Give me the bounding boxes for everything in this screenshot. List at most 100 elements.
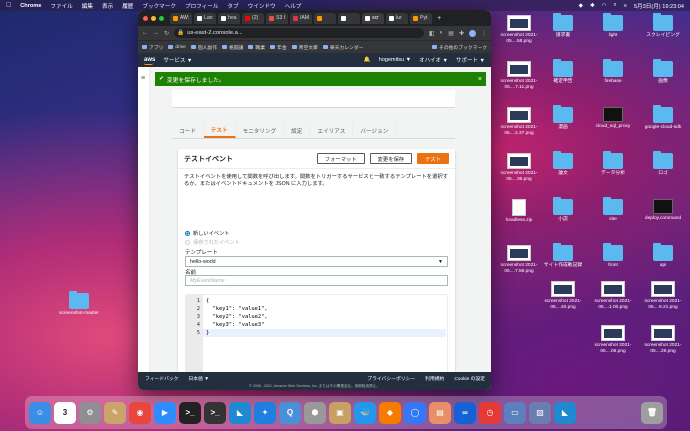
browser-tab[interactable]: lur	[386, 12, 409, 24]
vscode-2-icon[interactable]: ◣	[554, 401, 576, 424]
browser-tab[interactable]	[314, 12, 337, 24]
desktop-folder-screenshot-master[interactable]: screenshot-master	[56, 291, 102, 317]
desktop-icon[interactable]: サイト作成軌記録	[540, 243, 586, 269]
close-window-icon[interactable]	[143, 15, 148, 21]
bookmark-item[interactable]: 職業	[248, 44, 265, 51]
desktop-icon[interactable]: 請求書	[540, 13, 586, 39]
profile-avatar[interactable]	[469, 29, 476, 37]
browser-tab[interactable]: (2)	[242, 12, 265, 24]
browser-tab[interactable]: hea	[218, 12, 241, 24]
dropbox-icon[interactable]: ◆	[579, 3, 583, 9]
desktop-icon[interactable]: screenshot 2021-05....06.png	[590, 325, 636, 355]
privacy-link[interactable]: プライバシーポリシー	[367, 375, 415, 382]
desktop-icon[interactable]: headless.zip	[496, 199, 542, 224]
desktop-icon[interactable]: cloud_sql_proxy	[590, 107, 636, 130]
tab-3[interactable]: 設定	[284, 123, 311, 138]
calendar-icon[interactable]: 3	[54, 401, 76, 424]
bookmark-item[interactable]: その他のブックマーク	[432, 44, 487, 51]
more-menu-icon[interactable]: ⋮	[481, 30, 487, 37]
vscode-icon[interactable]: ◣	[229, 401, 251, 424]
reload-icon[interactable]: ↻	[164, 30, 169, 37]
terms-link[interactable]: 利用規約	[425, 375, 444, 382]
search-icon[interactable]: ⌕	[614, 2, 617, 9]
close-icon[interactable]: ×	[478, 76, 482, 83]
desktop-icon[interactable]: スクレイピング	[640, 13, 686, 39]
bookmark-item[interactable]: 年金	[270, 44, 287, 51]
bookmark-item[interactable]: 格闘議	[222, 44, 243, 51]
desktop-icon[interactable]: 確定申告	[540, 59, 586, 85]
cookie-link[interactable]: Cookie の設定	[454, 375, 485, 382]
menu-item-window[interactable]: ウインドウ	[248, 2, 276, 10]
desktop-icon[interactable]: screenshot 2021-05....58.png	[496, 15, 542, 45]
radio-new-event[interactable]: 新しいイベント	[185, 230, 229, 237]
docker-icon[interactable]: 🐳	[354, 401, 376, 424]
url-input[interactable]: 🔒 us-east-2.console.a...	[174, 28, 424, 38]
menu-app-name[interactable]: Chrome	[20, 3, 41, 9]
support-menu[interactable]: サポート ▼	[456, 56, 485, 64]
desktop-icon[interactable]: screenshot 2021-05....9.21.png	[640, 281, 686, 311]
browser-tab[interactable]: scr	[362, 12, 385, 24]
tab-0[interactable]: コード	[172, 123, 204, 138]
zoom-window-icon[interactable]	[159, 15, 164, 21]
services-menu[interactable]: サービス ▼	[163, 56, 192, 64]
clock-icon[interactable]: ◷	[479, 401, 501, 424]
docker-desktop-icon[interactable]: ⬢	[304, 401, 326, 424]
menu-item-history[interactable]: 履歴	[122, 2, 133, 10]
desktop-icon[interactable]: screenshot 2021-05....1.00.png	[590, 281, 636, 311]
bookmark-item[interactable]: 楽天カレンダー	[322, 44, 363, 51]
browser-tab[interactable]: AW:	[170, 12, 193, 24]
template-select[interactable]: hello-world ▼	[185, 256, 448, 267]
tab-2[interactable]: モニタリング	[236, 123, 285, 138]
desktop-icon[interactable]: light	[590, 13, 636, 39]
tab-1[interactable]: テスト	[203, 123, 236, 138]
desktop-icon[interactable]: screenshot 2021-05....2.37.png	[496, 107, 542, 137]
control-center-icon[interactable]: ≡	[624, 3, 627, 9]
bluetooth-icon[interactable]: ✱	[590, 3, 595, 9]
system-preferences-icon[interactable]: ⚙	[79, 401, 101, 424]
finder-window-icon[interactable]: ▭	[504, 401, 526, 424]
extension-icon[interactable]: ◧	[429, 30, 435, 37]
extension-icon-2[interactable]: ◐	[440, 30, 444, 36]
menu-item-help[interactable]: ヘルプ	[285, 2, 302, 10]
test-button[interactable]: テスト	[417, 153, 449, 164]
desktop-icon[interactable]: site	[590, 197, 636, 223]
menu-clock[interactable]: 5月3日(月) 19:23:04	[634, 2, 684, 10]
desktop-icon[interactable]: ロゴ	[640, 151, 686, 177]
chrome-icon[interactable]: ◉	[129, 401, 151, 424]
finder-icon[interactable]: ☺	[29, 401, 51, 424]
menu-item-tab[interactable]: タブ	[227, 2, 238, 10]
desktop-icon[interactable]: google-cloud-sdk	[640, 105, 686, 131]
event-name-input[interactable]: MyEventName	[185, 275, 448, 286]
feedback-link[interactable]: フィードバック	[145, 375, 178, 382]
browser-tab[interactable]: Pyt	[410, 12, 433, 24]
save-button[interactable]: 変更を保存	[369, 153, 413, 164]
bookmark-item[interactable]: drive	[168, 45, 186, 50]
hamburger-menu-icon[interactable]: ≡	[141, 75, 145, 82]
screenshot-icon[interactable]: ▨	[529, 401, 551, 424]
desktop-icon[interactable]: screenshot 2021-05....7.11.png	[496, 61, 542, 91]
menu-item-file[interactable]: ファイル	[50, 2, 72, 10]
quicktime-icon[interactable]: Q	[279, 401, 301, 424]
new-tab-icon[interactable]: +	[437, 15, 441, 22]
bookmark-item[interactable]: アプリ	[142, 44, 163, 51]
safari-icon[interactable]: ✦	[254, 401, 276, 424]
sourcetree-icon[interactable]: ◆	[379, 401, 401, 424]
browser-tab[interactable]: S3 I	[266, 12, 289, 24]
menu-item-bookmarks[interactable]: ブックマーク	[142, 2, 176, 10]
desktop-icon[interactable]: firebase	[590, 59, 636, 85]
forward-icon[interactable]: →	[153, 30, 159, 36]
terminal-icon[interactable]: >_	[179, 401, 201, 424]
menu-item-profile[interactable]: プロフィール	[185, 2, 218, 10]
extensions-puzzle-icon[interactable]: ✚	[459, 30, 464, 37]
extension-icon-3[interactable]: ▤	[448, 30, 454, 37]
archive-icon[interactable]: ▣	[329, 401, 351, 424]
json-editor[interactable]: 1 2 3 4 5 { "key1": "value1", "key2": "value…	[185, 294, 448, 383]
desktop-icon[interactable]: 漫画	[540, 105, 586, 131]
menu-item-edit[interactable]: 編集	[82, 2, 93, 10]
browser-tab[interactable]: IAM	[290, 12, 313, 24]
tab-4[interactable]: エイリアス	[310, 123, 354, 138]
notes-icon[interactable]: ✎	[104, 401, 126, 424]
apple-icon[interactable]: 	[6, 2, 11, 9]
desktop-icon[interactable]: 小説	[540, 197, 586, 223]
preview-icon[interactable]: ▤	[429, 401, 451, 424]
